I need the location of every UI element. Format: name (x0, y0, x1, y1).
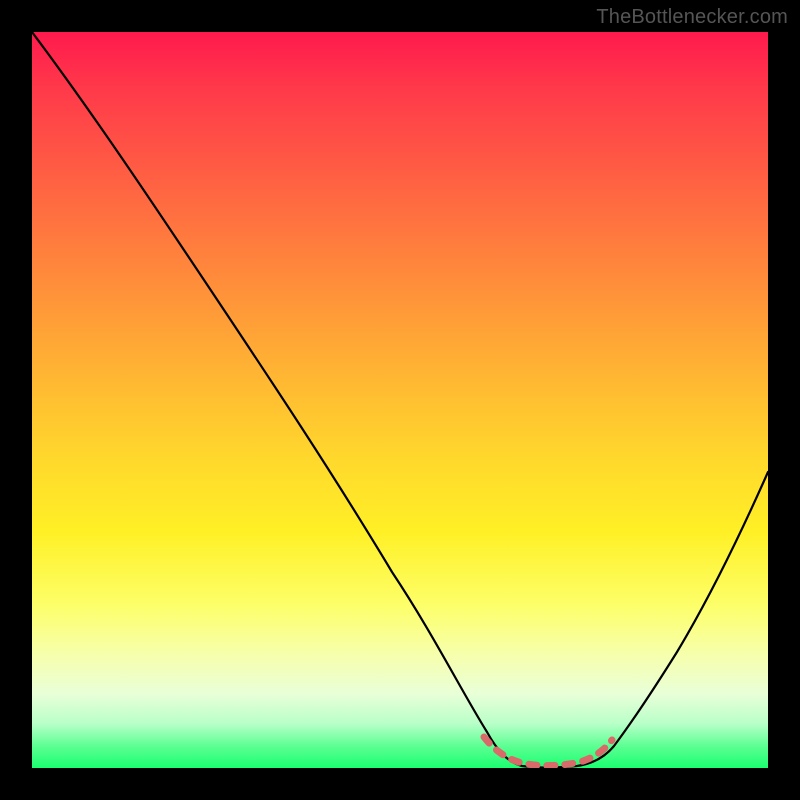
watermark-text: TheBottleneсker.com (596, 6, 788, 29)
curve-layer (32, 32, 768, 768)
bottleneck-curve (32, 32, 768, 768)
chart-frame: TheBottleneсker.com (0, 0, 800, 800)
plot-area (32, 32, 768, 768)
